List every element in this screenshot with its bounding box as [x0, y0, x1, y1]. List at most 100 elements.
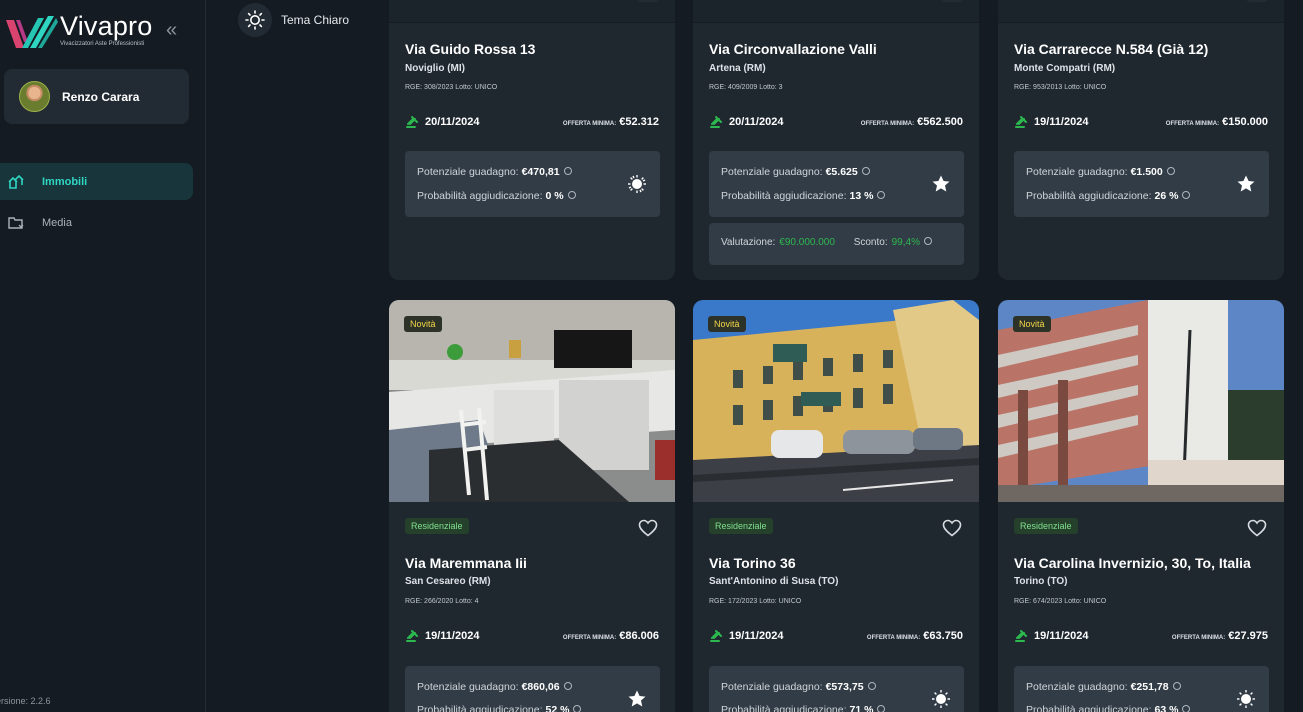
auction-date: 19/11/2024	[1014, 629, 1088, 643]
property-title[interactable]: Via Torino 36	[709, 555, 796, 571]
prob-value: 52 %	[545, 704, 570, 712]
offer-value: €52.312	[619, 116, 659, 128]
property-card[interactable]: Novità Residenziale Via Torino 36 Sant'A…	[693, 300, 979, 712]
property-photo[interactable]: Novità	[389, 300, 675, 502]
info-icon[interactable]	[867, 682, 876, 690]
property-title[interactable]: Via Maremmana Iii	[405, 555, 527, 571]
prob-value: 63 %	[1154, 704, 1179, 712]
star-icon	[626, 688, 648, 710]
user-name: Renzo Carara	[62, 89, 140, 104]
info-icon[interactable]	[1172, 682, 1181, 690]
favorite-heart-icon[interactable]	[941, 518, 963, 538]
offer-value: €63.750	[923, 630, 963, 642]
gain-line: Potenziale guadagno: €470,81	[417, 166, 572, 178]
info-icon[interactable]	[1182, 705, 1191, 712]
property-rge: RGE: 409/2009 Lotto: 3	[709, 84, 783, 91]
sidebar-item-label: Media	[42, 216, 72, 229]
collapse-sidebar-icon[interactable]: «	[166, 20, 177, 40]
sun-rating-icon	[1235, 688, 1257, 710]
gavel-icon	[405, 115, 419, 129]
auction-date-text: 19/11/2024	[729, 630, 784, 642]
property-photo[interactable]: Novità	[998, 300, 1284, 502]
offer-value: €86.006	[619, 630, 659, 642]
gain-box: Potenziale guadagno: €5.625 Probabilità a…	[709, 151, 964, 217]
favorite-heart-icon[interactable]	[637, 518, 659, 538]
minimum-offer: OFFERTA MINIMA: €562.500	[861, 116, 963, 128]
property-card[interactable]: Via Guido Rossa 13 Noviglio (MI) RGE: 30…	[389, 0, 675, 280]
property-city: Monte Compatri (RM)	[1014, 63, 1116, 74]
auction-date-text: 20/11/2024	[425, 116, 480, 128]
prob-line: Probabilità aggiudicazione: 13 %	[721, 190, 886, 202]
valuation-value: €90.000.000	[779, 237, 835, 248]
sidebar-item-label: Immobili	[42, 175, 88, 188]
star-icon	[1235, 173, 1257, 195]
offer-value: €27.975	[1228, 630, 1268, 642]
auction-row: 19/11/2024 OFFERTA MINIMA: €27.975	[1014, 628, 1268, 644]
prob-line: Probabilità aggiudicazione: 63 %	[1026, 704, 1191, 712]
gain-label: Potenziale guadagno:	[1026, 166, 1128, 178]
theme-toggle[interactable]: Tema Chiaro	[238, 3, 349, 37]
auction-row: 19/11/2024 OFFERTA MINIMA: €63.750	[709, 628, 963, 644]
gain-box: Potenziale guadagno: €470,81 Probabilità …	[405, 151, 660, 217]
sidebar-item-immobili[interactable]: Immobili	[0, 163, 193, 200]
brand-name: Vivapro	[60, 12, 152, 40]
info-icon[interactable]	[573, 705, 582, 712]
property-rge: RGE: 674/2023 Lotto: UNICO	[1014, 598, 1107, 605]
favorite-heart-icon[interactable]	[1246, 518, 1268, 538]
offer-label: OFFERTA MINIMA:	[866, 635, 921, 641]
property-title[interactable]: Via Carrarecce N.584 (Già 12)	[1014, 41, 1208, 57]
gavel-icon	[709, 115, 723, 129]
brand-suffix: pro	[112, 11, 153, 41]
property-rge: RGE: 308/2023 Lotto: UNICO	[405, 84, 498, 91]
folder-arrow-icon	[7, 214, 25, 232]
prob-label: Probabilità aggiudicazione:	[721, 190, 847, 202]
property-card[interactable]: Via Circonvallazione Valli Artena (RM) R…	[693, 0, 979, 280]
info-icon[interactable]	[1166, 167, 1175, 175]
info-icon[interactable]	[567, 191, 576, 199]
gain-line: Potenziale guadagno: €5.625	[721, 166, 870, 178]
minimum-offer: OFFERTA MINIMA: €63.750	[867, 630, 963, 642]
property-card[interactable]: Novità Residenziale Via Maremmana Iii Sa…	[389, 300, 675, 712]
property-title[interactable]: Via Circonvallazione Valli	[709, 41, 877, 57]
auction-date: 19/11/2024	[1014, 115, 1088, 129]
info-icon[interactable]	[877, 191, 886, 199]
prob-line: Probabilità aggiudicazione: 52 %	[417, 704, 582, 712]
property-rge: RGE: 172/2023 Lotto: UNICO	[709, 598, 802, 605]
logo[interactable]: Vivapro Vivacizzatori Aste Professionist…	[4, 12, 152, 52]
minimum-offer: OFFERTA MINIMA: €27.975	[1172, 630, 1268, 642]
property-city: San Cesareo (RM)	[405, 576, 491, 587]
property-title[interactable]: Via Guido Rossa 13	[405, 41, 535, 57]
discount-label: Sconto:	[853, 237, 888, 248]
property-title[interactable]: Via Carolina Invernizio, 30, To, Italia	[1014, 555, 1251, 571]
card-image-strip	[389, 0, 675, 23]
star-icon	[930, 173, 952, 195]
prob-label: Probabilità aggiudicazione:	[1026, 704, 1152, 712]
info-icon[interactable]	[923, 237, 932, 245]
new-badge: Novità	[404, 316, 442, 332]
sun-rating-icon	[626, 173, 648, 195]
prob-value: 0 %	[545, 190, 564, 202]
prob-value: 13 %	[849, 190, 874, 202]
property-photo[interactable]: Novità	[693, 300, 979, 502]
prob-label: Probabilità aggiudicazione:	[417, 190, 543, 202]
property-card[interactable]: Novità Residenziale Via Carolina Inverni…	[998, 300, 1284, 712]
offer-label: OFFERTA MINIMA:	[1171, 635, 1226, 641]
property-card[interactable]: Via Carrarecce N.584 (Già 12) Monte Comp…	[998, 0, 1284, 280]
brand-tagline: Vivacizzatori Aste Professionisti	[60, 41, 145, 47]
sidebar-item-media[interactable]: Media	[0, 204, 193, 241]
gain-value: €470,81	[521, 166, 560, 178]
theme-button[interactable]	[238, 3, 272, 37]
info-icon[interactable]	[877, 705, 886, 712]
info-icon[interactable]	[861, 167, 870, 175]
info-icon[interactable]	[1182, 191, 1191, 199]
auction-date: 20/11/2024	[709, 115, 783, 129]
info-icon[interactable]	[563, 682, 572, 690]
info-icon[interactable]	[563, 167, 572, 175]
minimum-offer: OFFERTA MINIMA: €52.312	[563, 116, 659, 128]
offer-value: €150.000	[1222, 116, 1268, 128]
new-badge: Novità	[708, 316, 746, 332]
user-card[interactable]: Renzo Carara	[4, 69, 189, 124]
offer-label: OFFERTA MINIMA:	[860, 121, 915, 127]
gain-line: Potenziale guadagno: €573,75	[721, 681, 876, 693]
gain-value: €573,75	[825, 681, 864, 693]
